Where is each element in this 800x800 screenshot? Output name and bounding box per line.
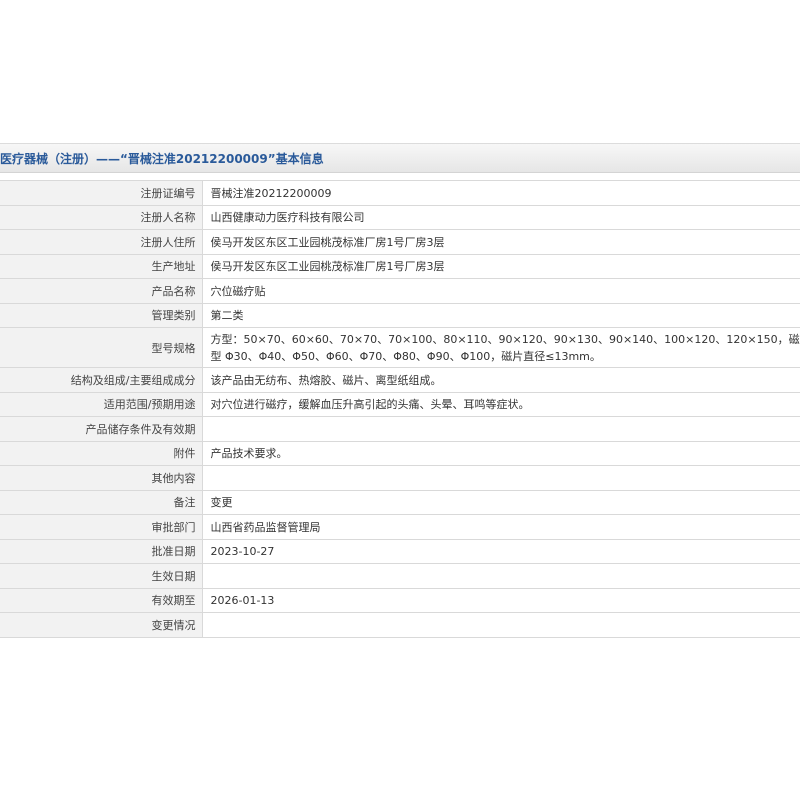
row-value: 侯马开发区东区工业园桃茂标准厂房1号厂房3层 [202,253,800,279]
table-row: 审批部门 山西省药品监督管理局 [0,514,800,540]
table-row: 生产地址 侯马开发区东区工业园桃茂标准厂房1号厂房3层 [0,253,800,279]
row-label: 备注 [0,489,203,515]
row-value: 产品技术要求。 [202,440,800,466]
row-value: 该产品由无纺布、热熔胶、磁片、离型纸组成。 [202,367,800,393]
table-row: 批准日期 2023-10-27 [0,538,800,564]
row-label: 审批部门 [0,514,203,540]
row-value: 变更 [202,489,800,515]
spec-line: 方型：50×70、60×60、70×70、70×100、80×110、90×12… [210,332,800,346]
table-row: 管理类别 第二类 [0,302,800,328]
spec-line: 型 Φ30、Φ40、Φ50、Φ60、Φ70、Φ80、Φ90、Φ100，磁片直径≤… [210,349,601,363]
row-label: 变更情况 [0,612,203,638]
row-label: 产品名称 [0,278,203,304]
row-value: 山西省药品监督管理局 [202,514,800,540]
row-label: 注册人住所 [0,229,203,255]
table-row: 注册证编号 晋械注准20212200009 [0,180,800,206]
table-row: 其他内容 [0,465,800,491]
row-value: 2026-01-13 [202,587,800,613]
table-row: 注册人住所 侯马开发区东区工业园桃茂标准厂房1号厂房3层 [0,229,800,255]
row-value [202,465,800,491]
row-value: 晋械注准20212200009 [202,180,800,206]
row-label: 有效期至 [0,587,203,613]
row-value [202,563,800,589]
row-label: 注册证编号 [0,180,203,206]
row-value: 2023-10-27 [202,538,800,564]
row-value: 第二类 [202,302,800,328]
page: 医疗器械（注册）——“晋械注准20212200009”基本信息 注册证编号 晋械… [0,0,800,800]
row-value: 山西健康动力医疗科技有限公司 [202,204,800,230]
row-label: 生效日期 [0,563,203,589]
row-value-multiline: 方型：50×70、60×60、70×70、70×100、80×110、90×12… [202,327,800,368]
header-bar: 医疗器械（注册）——“晋械注准20212200009”基本信息 [0,143,800,173]
row-value [202,612,800,638]
table-row: 产品储存条件及有效期 [0,416,800,442]
row-value: 侯马开发区东区工业园桃茂标准厂房1号厂房3层 [202,229,800,255]
row-label: 适用范围/预期用途 [0,391,203,417]
table-row: 注册人名称 山西健康动力医疗科技有限公司 [0,204,800,230]
table-row: 产品名称 穴位磁疗贴 [0,278,800,304]
table-row: 适用范围/预期用途 对穴位进行磁疗，缓解血压升高引起的头痛、头晕、耳鸣等症状。 [0,391,800,417]
row-label: 批准日期 [0,538,203,564]
row-label: 型号规格 [0,327,203,368]
info-table: 注册证编号 晋械注准20212200009 注册人名称 山西健康动力医疗科技有限… [0,180,800,638]
table-row: 型号规格 方型：50×70、60×60、70×70、70×100、80×110、… [0,327,800,368]
row-label: 其他内容 [0,465,203,491]
table-row: 备注 变更 [0,489,800,515]
table-row: 结构及组成/主要组成成分 该产品由无纺布、热熔胶、磁片、离型纸组成。 [0,367,800,393]
row-label: 注册人名称 [0,204,203,230]
table-row: 有效期至 2026-01-13 [0,587,800,613]
row-label: 管理类别 [0,302,203,328]
row-label: 附件 [0,440,203,466]
row-value: 对穴位进行磁疗，缓解血压升高引起的头痛、头晕、耳鸣等症状。 [202,391,800,417]
page-title: 医疗器械（注册）——“晋械注准20212200009”基本信息 [0,152,324,166]
row-label: 产品储存条件及有效期 [0,416,203,442]
row-value [202,416,800,442]
row-value: 穴位磁疗贴 [202,278,800,304]
row-label: 生产地址 [0,253,203,279]
table-row: 附件 产品技术要求。 [0,440,800,466]
row-label: 结构及组成/主要组成成分 [0,367,203,393]
table-row: 变更情况 [0,612,800,638]
table-row: 生效日期 [0,563,800,589]
